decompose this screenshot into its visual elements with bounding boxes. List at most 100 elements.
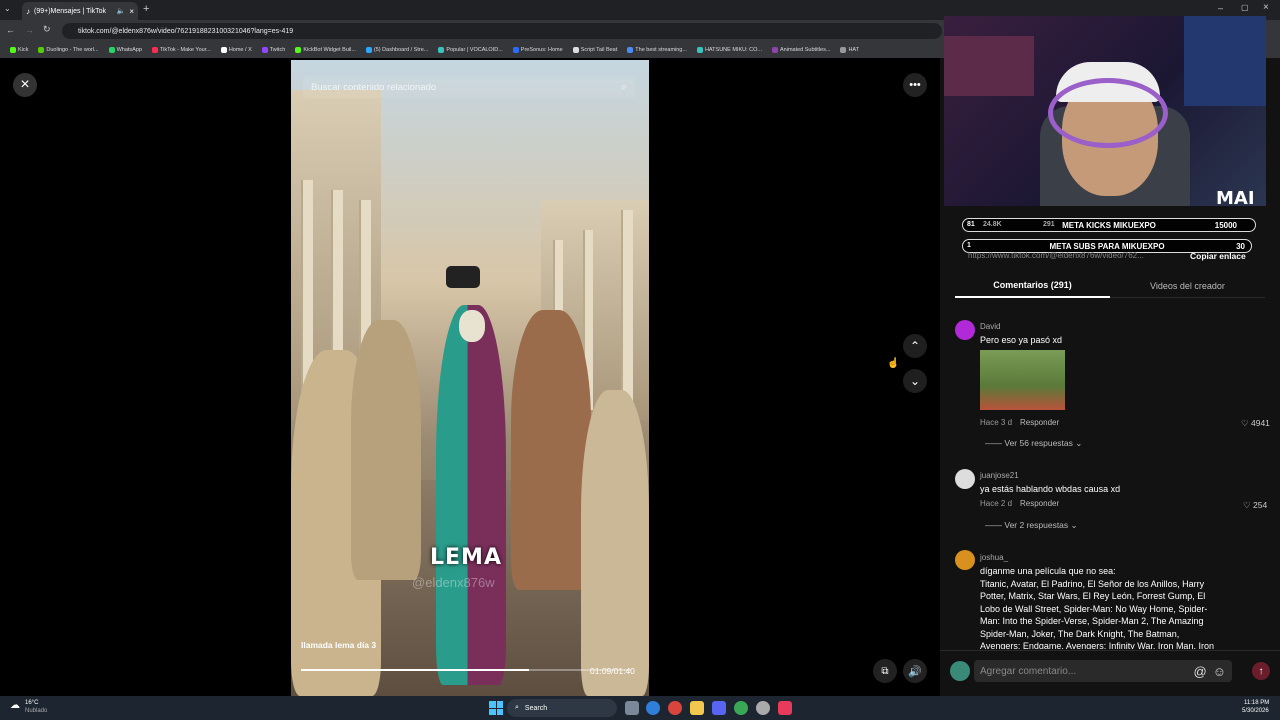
weather-icon: ☁ <box>10 700 20 711</box>
bookmark-item[interactable]: Home / X <box>220 47 252 53</box>
tab-comments[interactable]: Comentarios (291) <box>955 274 1110 298</box>
comment-gif-image[interactable] <box>980 350 1065 410</box>
streamer-webcam: MAI <box>944 16 1266 206</box>
like-count[interactable]: ♡ 4941 <box>1241 418 1270 429</box>
subs-goal: 30 <box>1236 242 1245 251</box>
comment-line: Titanic, Avatar, El Padrino, El Señor de… <box>980 578 1205 589</box>
bookmark-item[interactable]: TikTok - Make Your... <box>151 47 211 53</box>
url-bar[interactable]: tiktok.com/@eldenx876w/video/76219188231… <box>62 23 942 39</box>
reload-icon[interactable]: ↻ <box>43 24 51 35</box>
emoji-icon[interactable]: ☺ <box>1213 664 1226 679</box>
comment-user[interactable]: David <box>980 322 1000 331</box>
bookmark-label: Duolingo - The worl... <box>46 47 99 53</box>
like-count-value: 254 <box>1253 500 1268 510</box>
bookmark-item[interactable]: The best streaming... <box>627 47 687 53</box>
music-app-icon[interactable] <box>778 701 792 715</box>
bookmark-item[interactable]: Popular | VOCALOID... <box>438 47 503 53</box>
avatar[interactable] <box>955 320 975 340</box>
bookmark-item[interactable]: Kick <box>10 47 28 53</box>
bookmark-favicon-icon <box>696 47 703 53</box>
view-replies-button[interactable]: —— Ver 2 respuestas ⌄ <box>985 520 1078 531</box>
view-replies-button[interactable]: —— Ver 56 respuestas ⌄ <box>985 438 1082 449</box>
avatar[interactable] <box>955 550 975 570</box>
tab-creator-videos[interactable]: Videos del creador <box>1110 274 1265 298</box>
bookmark-label: The best streaming... <box>635 47 687 53</box>
kicks-goal: 15000 <box>1214 221 1237 230</box>
comment-line: Avengers: Endgame, Avengers: Infinity Wa… <box>980 641 1214 649</box>
more-options-button[interactable]: ••• <box>903 73 927 97</box>
reply-button[interactable]: Responder <box>1020 418 1059 427</box>
clock-time[interactable]: 11:18 PM <box>1244 700 1269 706</box>
related-search-input[interactable]: Buscar contenido relacionado ⌕ <box>303 76 635 98</box>
chrome-icon[interactable] <box>734 701 748 715</box>
comment-time: Hace 2 d <box>980 499 1013 508</box>
new-tab-button[interactable]: + <box>143 3 149 15</box>
subs-left: 1 <box>967 242 971 249</box>
bookmark-item[interactable]: KickBot Widget Buil... <box>295 47 356 53</box>
minimize-button[interactable]: – <box>1218 3 1223 13</box>
tab-list-icon[interactable]: ⌄ <box>4 4 16 16</box>
bookmark-item[interactable]: PreSonus: Home <box>512 47 563 53</box>
mention-icon[interactable]: @ <box>1194 664 1207 679</box>
bookmark-favicon-icon <box>840 47 847 53</box>
maximize-button[interactable]: ▢ <box>1241 3 1249 12</box>
reply-button[interactable]: Responder <box>1020 499 1059 508</box>
like-count[interactable]: ♡ 254 <box>1243 500 1267 511</box>
weather-temp: 16°C <box>25 700 39 706</box>
bookmark-item[interactable]: Duolingo - The worl... <box>38 47 99 53</box>
chrome-red-icon[interactable] <box>668 701 682 715</box>
taskbar-search-label: Search <box>524 704 548 712</box>
bookmark-item[interactable]: Animated Subtitles... <box>772 47 830 53</box>
pip-button[interactable]: ⧉ <box>873 659 897 683</box>
kicks-left: 81 <box>967 221 975 228</box>
bookmark-favicon-icon <box>772 47 778 53</box>
comment-user[interactable]: juanjose21 <box>980 471 1019 480</box>
forward-icon[interactable]: → <box>25 25 34 35</box>
close-window-button[interactable]: × <box>1263 2 1269 13</box>
previous-video-button[interactable]: ⌃ <box>903 334 927 358</box>
video-watermark: @eldenx876w <box>412 575 495 590</box>
comment-user[interactable]: joshua_ <box>980 553 1008 562</box>
crowd-figure <box>511 310 591 590</box>
bookmark-item[interactable]: Script Tail Beat <box>572 47 617 53</box>
comment-line: Man: Into the Spider-Verse, Spider-Man 2… <box>980 616 1204 626</box>
start-button[interactable] <box>489 701 503 715</box>
send-button[interactable]: ↑ <box>1252 662 1270 680</box>
search-icon[interactable]: ⌕ <box>621 81 627 94</box>
volume-button[interactable]: 🔊 <box>903 659 927 683</box>
heart-icon: ♡ <box>1241 418 1249 428</box>
comment-line: Spider-Man, Joker, The Dark Knight, The … <box>980 628 1180 639</box>
video-player[interactable] <box>291 60 649 696</box>
taskbar-search[interactable]: ⌕ Search <box>507 699 617 717</box>
skull <box>459 310 485 342</box>
video-progress-bar[interactable] <box>301 669 631 671</box>
crowd-figure <box>351 320 421 580</box>
bookmark-item[interactable]: WhatsApp <box>108 47 142 53</box>
bookmark-item[interactable]: HATSUNE MIKU: CO... <box>696 47 762 53</box>
bookmark-item[interactable]: HAT <box>840 47 859 53</box>
tab-title: (99+)Mensajes | TikTok <box>34 7 107 15</box>
browser-tab-tiktok[interactable]: ♪ (99+)Mensajes | TikTok 🔈 × <box>22 2 138 20</box>
comment-time: Hace 3 d <box>980 418 1013 427</box>
chatgpt-icon[interactable] <box>756 701 770 715</box>
copy-link-button[interactable]: Copiar enlace <box>1190 251 1246 261</box>
close-tab-icon[interactable]: × <box>129 7 134 16</box>
next-video-button[interactable]: ⌄ <box>903 369 927 393</box>
comment-input[interactable]: Agregar comentario... @ ☺ <box>974 660 1232 682</box>
mouse-cursor-icon: ☝ <box>887 358 900 369</box>
bookmark-item[interactable]: Twitch <box>261 47 286 53</box>
edge-icon[interactable] <box>646 701 660 715</box>
bookmark-label: HATSUNE MIKU: CO... <box>704 47 762 53</box>
bookmark-label: Twitch <box>269 47 286 53</box>
file-explorer-icon[interactable] <box>690 701 704 715</box>
webcam-lights <box>1184 16 1266 106</box>
clock-date[interactable]: 5/30/2026 <box>1242 708 1269 714</box>
back-icon[interactable]: ← <box>6 25 15 35</box>
bookmark-item[interactable]: (5) Dashboard / Stre... <box>365 47 428 53</box>
discord-icon[interactable] <box>712 701 726 715</box>
comment-line: Potter, Matrix, Star Wars, El Rey León, … <box>980 591 1206 601</box>
mute-tab-icon[interactable]: 🔈 <box>117 7 126 15</box>
avatar[interactable] <box>955 469 975 489</box>
task-view-icon[interactable] <box>625 701 639 715</box>
close-viewer-button[interactable]: × <box>13 73 37 97</box>
